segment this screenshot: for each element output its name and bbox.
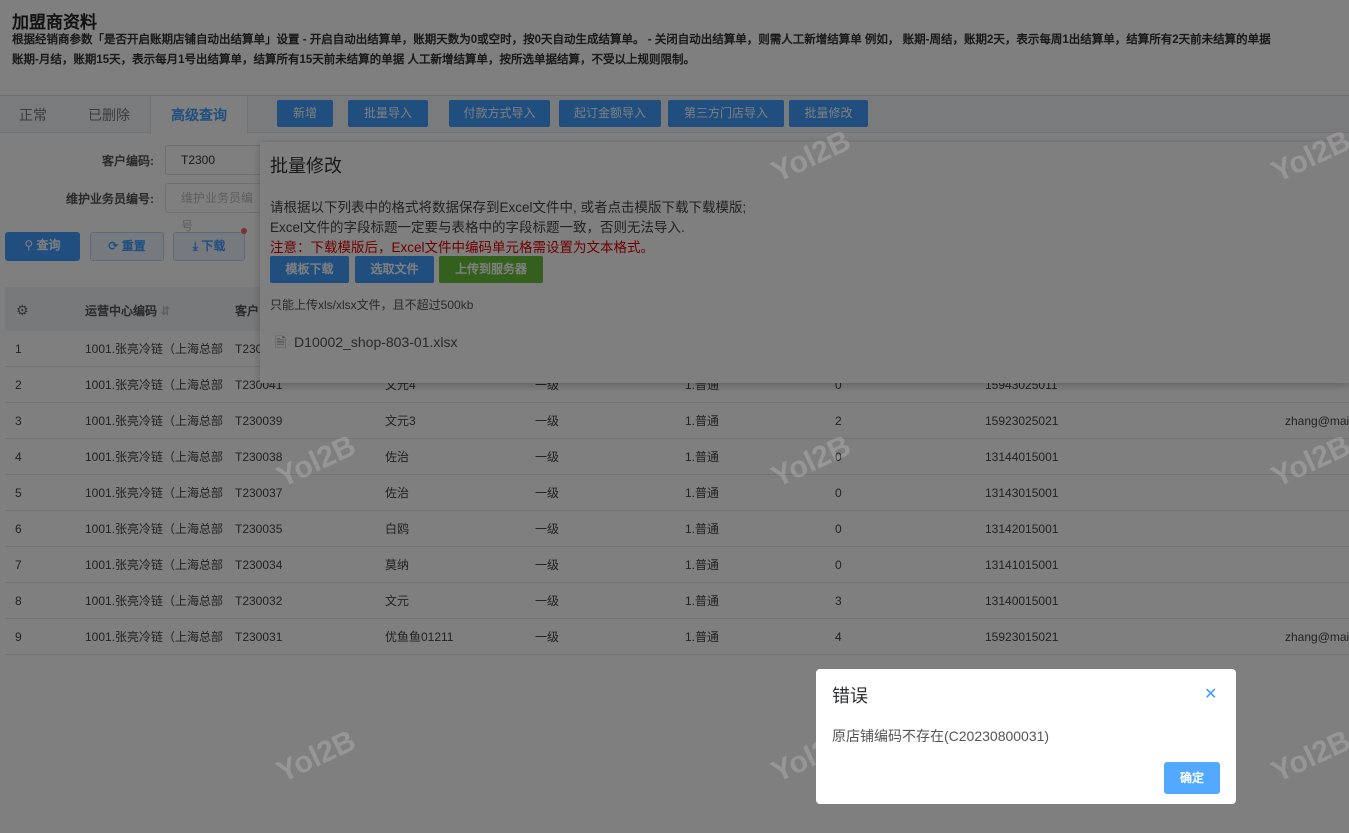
dialog-title: 错误 [832, 686, 868, 706]
watermark: Yol2B [766, 124, 856, 189]
close-icon[interactable]: ✕ [1204, 684, 1217, 704]
watermark: Yol2B [271, 724, 361, 789]
dialog-message: 原店铺编码不存在(C20230800031) [832, 728, 1050, 744]
confirm-button[interactable]: 确定 [1164, 762, 1220, 794]
watermark: Yol2B [1266, 429, 1349, 494]
watermark: Yol2B [766, 429, 856, 494]
watermark: Yol2B [1266, 124, 1349, 189]
watermark: Yol2B [1266, 724, 1349, 789]
error-dialog: 错误 ✕ 原店铺编码不存在(C20230800031) 确定 [816, 669, 1236, 804]
watermark: Yol2B [271, 429, 361, 494]
